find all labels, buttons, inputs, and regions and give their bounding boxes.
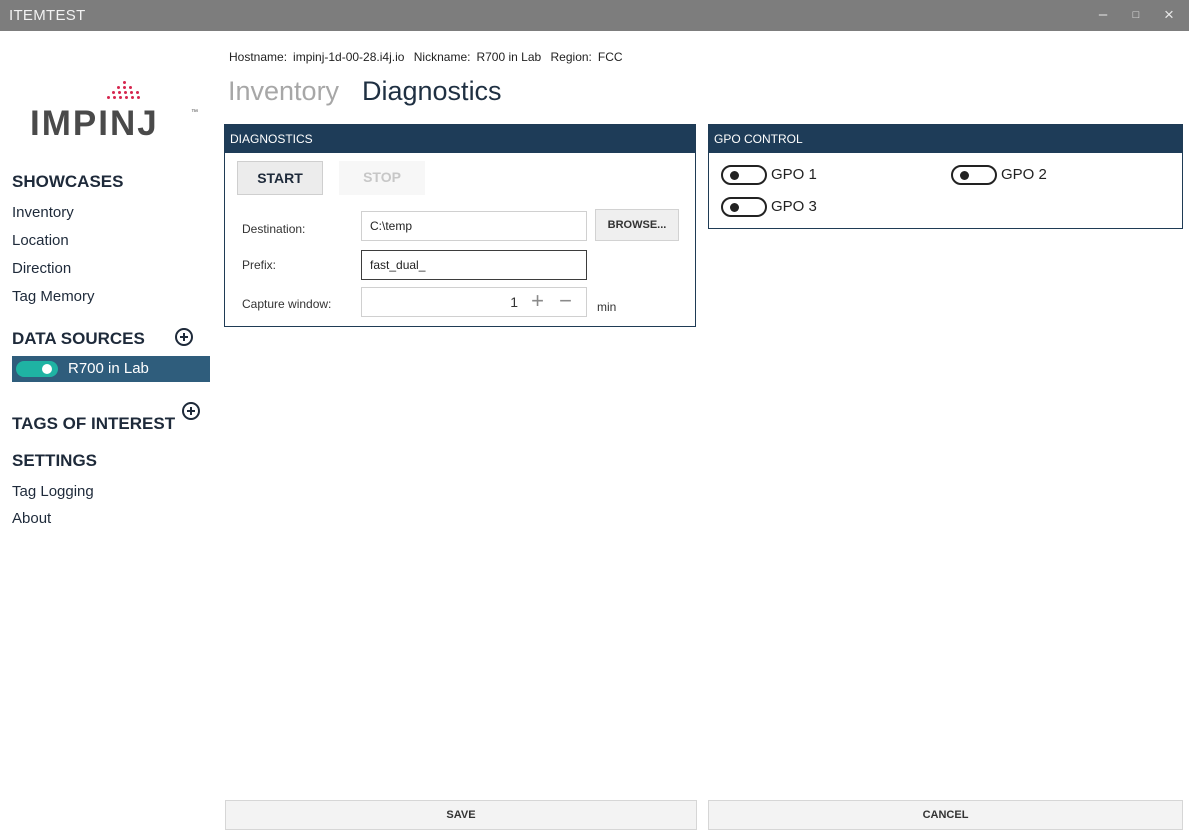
toggle-switch-icon[interactable] bbox=[721, 197, 767, 217]
sidebar-item-inventory[interactable]: Inventory bbox=[12, 204, 74, 221]
increment-icon[interactable]: + bbox=[531, 290, 544, 312]
capture-window-value: 1 bbox=[510, 294, 518, 310]
data-sources-heading: DATA SOURCES bbox=[12, 329, 145, 348]
decrement-icon[interactable]: − bbox=[559, 290, 572, 312]
tab-inventory[interactable]: Inventory bbox=[228, 76, 339, 107]
add-data-source-icon[interactable] bbox=[175, 328, 193, 346]
data-source-toggle[interactable] bbox=[16, 361, 58, 377]
hostname-label: Hostname: bbox=[229, 50, 288, 64]
prefix-field[interactable]: fast_dual_ bbox=[361, 250, 587, 280]
showcases-heading: SHOWCASES bbox=[12, 172, 124, 191]
prefix-label: Prefix: bbox=[242, 258, 277, 272]
cancel-button[interactable]: CANCEL bbox=[708, 800, 1183, 830]
gpo-1-label: GPO 1 bbox=[771, 166, 817, 183]
sidebar-item-tag-memory[interactable]: Tag Memory bbox=[12, 288, 95, 305]
start-button[interactable]: START bbox=[237, 161, 323, 195]
region-value: FCC bbox=[597, 50, 623, 64]
sidebar-item-location[interactable]: Location bbox=[12, 232, 69, 249]
add-tag-of-interest-icon[interactable] bbox=[182, 402, 200, 420]
minimize-icon[interactable]: – bbox=[1092, 4, 1114, 26]
settings-heading: SETTINGS bbox=[12, 451, 98, 470]
save-button[interactable]: SAVE bbox=[225, 800, 697, 830]
impinj-logo: IMPINJ ™ bbox=[30, 79, 200, 143]
gpo-3-label: GPO 3 bbox=[771, 198, 817, 215]
nickname-label: Nickname: bbox=[413, 50, 471, 64]
gpo-control-panel-title: GPO CONTROL bbox=[709, 125, 1182, 153]
tags-of-interest-heading: TAGS OF INTEREST bbox=[12, 414, 176, 433]
gpo-2-toggle[interactable]: GPO 2 bbox=[951, 163, 1091, 185]
data-source-label: R700 in Lab bbox=[68, 360, 149, 377]
stop-button[interactable]: STOP bbox=[339, 161, 425, 195]
logo-trademark: ™ bbox=[191, 109, 198, 116]
region-label: Region: bbox=[550, 50, 592, 64]
destination-label: Destination: bbox=[242, 222, 306, 236]
sidebar-item-tag-logging[interactable]: Tag Logging bbox=[12, 483, 94, 500]
data-source-item[interactable]: R700 in Lab bbox=[12, 356, 210, 382]
title-bar: ITEMTEST – □ × bbox=[0, 0, 1189, 31]
sidebar-item-direction[interactable]: Direction bbox=[12, 260, 71, 277]
sidebar: IMPINJ ™ SHOWCASES Inventory Location Di… bbox=[0, 31, 212, 830]
hostname-value: impinj-1d-00-28.i4j.io bbox=[293, 50, 405, 64]
diagnostics-panel-title: DIAGNOSTICS bbox=[225, 125, 695, 153]
tab-diagnostics[interactable]: Diagnostics bbox=[362, 76, 502, 107]
sidebar-item-about[interactable]: About bbox=[12, 510, 51, 527]
capture-window-unit: min bbox=[597, 300, 617, 314]
gpo-control-panel: GPO CONTROL GPO 1 GPO 2 GPO 3 bbox=[708, 124, 1183, 229]
close-icon[interactable]: × bbox=[1158, 4, 1180, 26]
gpo-2-label: GPO 2 bbox=[1001, 166, 1047, 183]
capture-window-label: Capture window: bbox=[242, 297, 332, 311]
capture-window-stepper[interactable]: 1 + − bbox=[361, 287, 587, 317]
window-title: ITEMTEST bbox=[9, 7, 86, 24]
reader-info-line: Hostname: impinj-1d-00-28.i4j.io Nickname… bbox=[229, 50, 629, 64]
gpo-1-toggle[interactable]: GPO 1 bbox=[721, 163, 861, 185]
destination-field[interactable]: C:\temp bbox=[361, 211, 587, 241]
maximize-icon[interactable]: □ bbox=[1125, 4, 1147, 26]
browse-button[interactable]: BROWSE... bbox=[595, 209, 679, 241]
toggle-switch-icon[interactable] bbox=[951, 165, 997, 185]
logo-wordmark: IMPINJ bbox=[30, 104, 159, 143]
toggle-switch-icon[interactable] bbox=[721, 165, 767, 185]
nickname-value: R700 in Lab bbox=[476, 50, 542, 64]
gpo-3-toggle[interactable]: GPO 3 bbox=[721, 195, 861, 217]
diagnostics-panel: DIAGNOSTICS START STOP Destination: C:\t… bbox=[224, 124, 696, 327]
